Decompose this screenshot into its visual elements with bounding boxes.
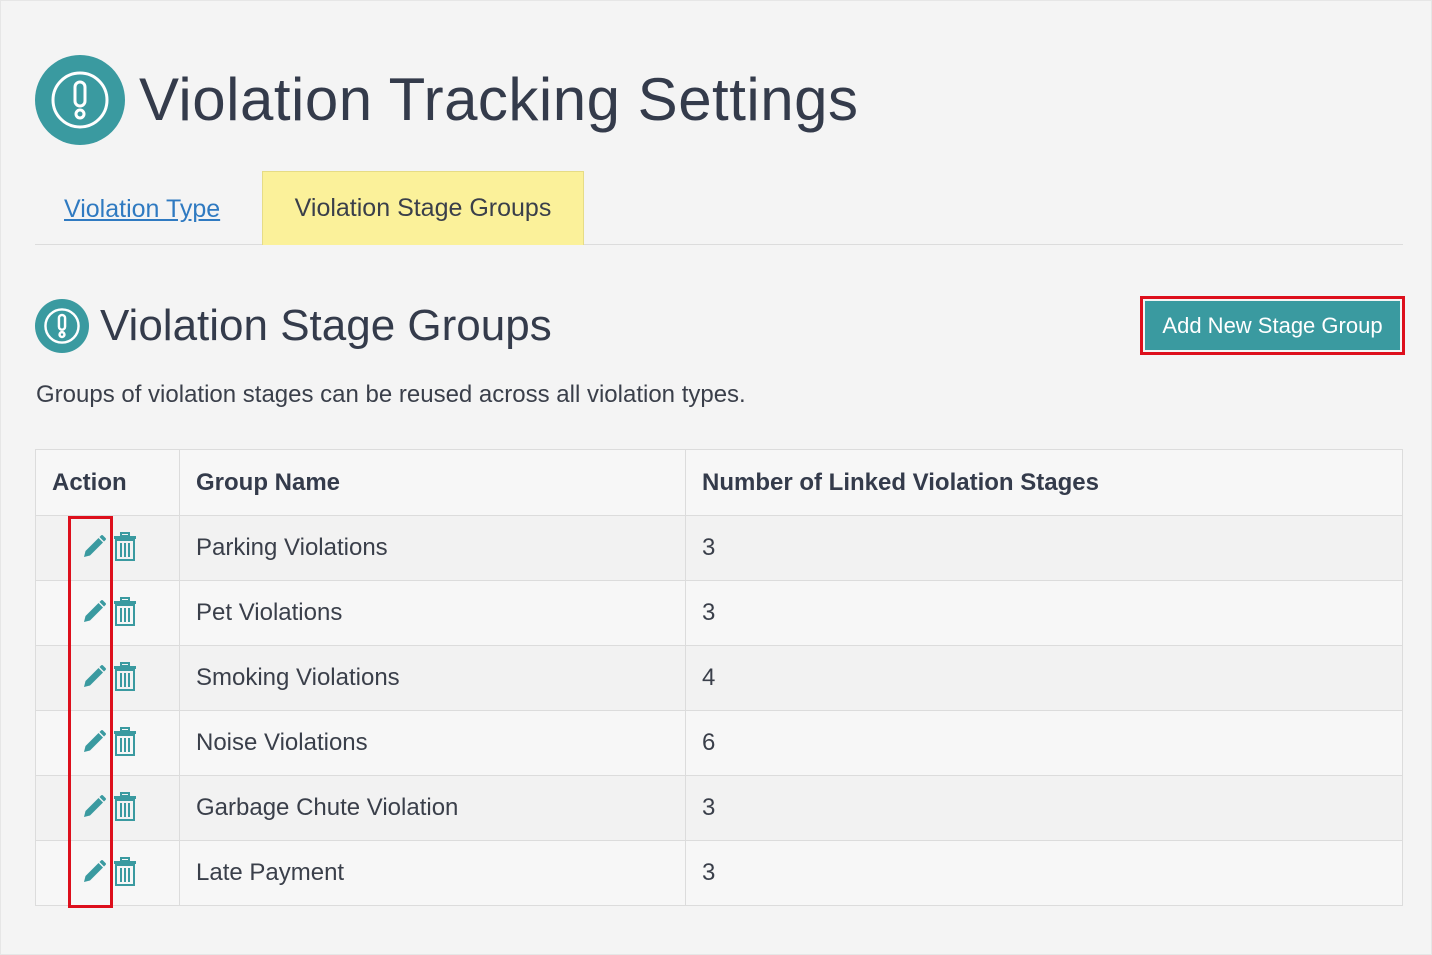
- add-new-stage-group-button[interactable]: Add New Stage Group: [1140, 296, 1405, 355]
- pencil-icon[interactable]: [80, 792, 108, 822]
- group-name-cell: Smoking Violations: [179, 645, 686, 711]
- linked-stages-count-cell: 6: [685, 710, 1403, 776]
- group-name-cell: Noise Violations: [179, 710, 686, 776]
- pencil-icon[interactable]: [80, 532, 108, 562]
- action-icons: [80, 532, 139, 562]
- add-new-stage-group-label: Add New Stage Group: [1145, 301, 1400, 350]
- linked-stages-count-cell: 3: [685, 580, 1403, 646]
- stage-groups-table: Action Group Name Number of Linked Viola…: [35, 449, 1403, 906]
- tab-violation-type[interactable]: Violation Type: [64, 195, 220, 224]
- section-description: Groups of violation stages can be reused…: [36, 381, 746, 408]
- linked-stages-count-cell: 4: [685, 645, 1403, 711]
- action-cell: [35, 580, 180, 646]
- trash-icon[interactable]: [111, 857, 139, 887]
- trash-icon[interactable]: [111, 662, 139, 692]
- action-cell: [35, 645, 180, 711]
- section-title: Violation Stage Groups: [100, 301, 552, 350]
- action-cell: [35, 515, 180, 581]
- linked-stages-count-cell: 3: [685, 515, 1403, 581]
- tab-bar: Violation Type Violation Stage Groups: [35, 171, 1403, 245]
- group-name-cell: Pet Violations: [179, 580, 686, 646]
- pencil-icon[interactable]: [80, 857, 108, 887]
- section-header: Violation Stage Groups: [35, 299, 552, 353]
- trash-icon[interactable]: [111, 727, 139, 757]
- column-header-group-name: Group Name: [179, 449, 686, 516]
- table-row: Garbage Chute Violation 3: [35, 775, 1403, 841]
- action-icons: [80, 597, 139, 627]
- pencil-icon[interactable]: [80, 597, 108, 627]
- linked-stages-count-cell: 3: [685, 775, 1403, 841]
- action-icons: [80, 857, 139, 887]
- action-cell: [35, 775, 180, 841]
- trash-icon[interactable]: [111, 792, 139, 822]
- linked-stages-count-cell: 3: [685, 840, 1403, 906]
- trash-icon[interactable]: [111, 532, 139, 562]
- exclamation-circle-icon: [35, 299, 89, 353]
- page: Violation Tracking Settings Violation Ty…: [0, 0, 1432, 955]
- group-name-cell: Late Payment: [179, 840, 686, 906]
- table-row: Smoking Violations 4: [35, 645, 1403, 711]
- page-title: Violation Tracking Settings: [139, 66, 859, 133]
- action-icons: [80, 662, 139, 692]
- table-row: Noise Violations 6: [35, 710, 1403, 776]
- table-header-row: Action Group Name Number of Linked Viola…: [35, 449, 1403, 516]
- group-name-cell: Parking Violations: [179, 515, 686, 581]
- column-header-linked-stages: Number of Linked Violation Stages: [685, 449, 1403, 516]
- tab-violation-stage-groups[interactable]: Violation Stage Groups: [262, 171, 584, 245]
- action-icons: [80, 792, 139, 822]
- table-row: Parking Violations 3: [35, 515, 1403, 581]
- pencil-icon[interactable]: [80, 662, 108, 692]
- action-cell: [35, 710, 180, 776]
- page-header: Violation Tracking Settings: [35, 55, 858, 145]
- action-cell: [35, 840, 180, 906]
- table-row: Late Payment 3: [35, 840, 1403, 906]
- exclamation-circle-icon: [35, 55, 125, 145]
- group-name-cell: Garbage Chute Violation: [179, 775, 686, 841]
- pencil-icon[interactable]: [80, 727, 108, 757]
- action-icons: [80, 727, 139, 757]
- trash-icon[interactable]: [111, 597, 139, 627]
- table-row: Pet Violations 3: [35, 580, 1403, 646]
- column-header-action: Action: [35, 449, 180, 516]
